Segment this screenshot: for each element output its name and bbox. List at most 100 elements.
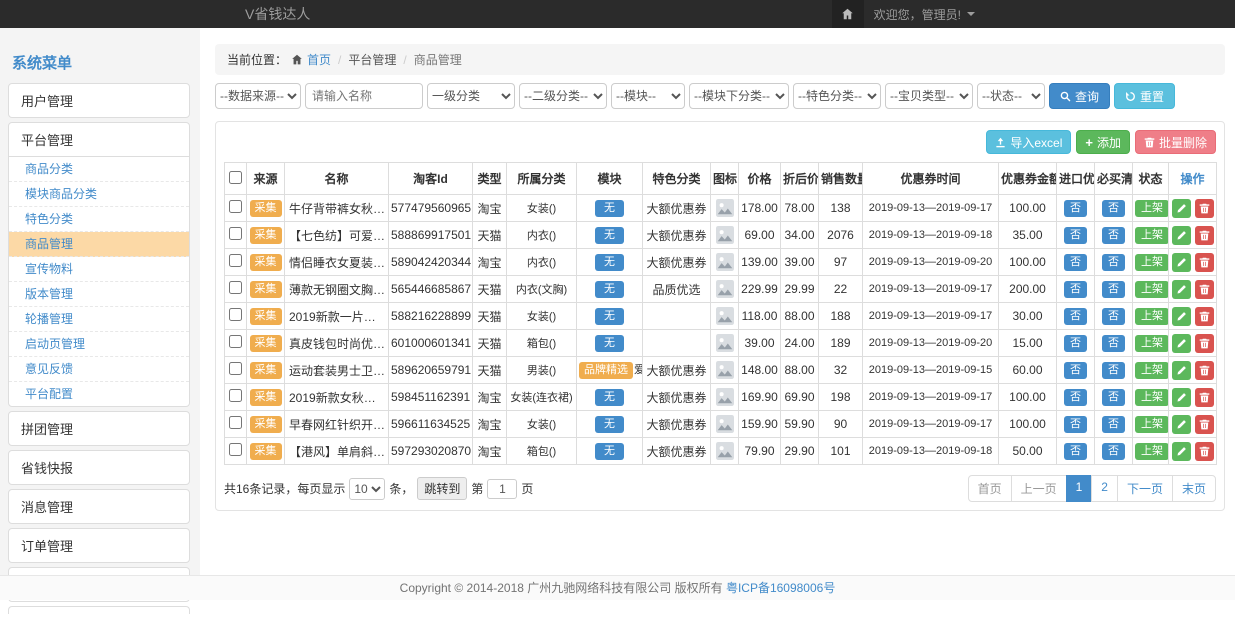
status-toggle[interactable]: 上架	[1135, 389, 1169, 406]
status-toggle[interactable]: 上架	[1135, 227, 1169, 244]
must-buy-toggle[interactable]: 否	[1102, 254, 1125, 271]
status-toggle[interactable]: 上架	[1135, 281, 1169, 298]
sidebar-item[interactable]: 消息管理	[9, 490, 189, 523]
row-checkbox[interactable]	[229, 227, 242, 240]
page-size-select[interactable]: 10	[349, 478, 385, 500]
status-toggle[interactable]: 上架	[1135, 443, 1169, 460]
import-select-toggle[interactable]: 否	[1064, 335, 1087, 352]
page-button[interactable]: 1	[1066, 475, 1093, 502]
jump-page-input[interactable]	[487, 479, 517, 499]
import-select-toggle[interactable]: 否	[1064, 443, 1087, 460]
delete-button[interactable]	[1195, 226, 1214, 245]
edit-button[interactable]	[1172, 253, 1191, 272]
sidebar-item[interactable]: 订单管理	[9, 529, 189, 562]
page-button[interactable]: 上一页	[1011, 475, 1067, 502]
import-excel-button[interactable]: 导入excel	[986, 130, 1071, 154]
jump-button[interactable]: 跳转到	[417, 477, 467, 500]
sidebar-item[interactable]: 用户管理	[9, 84, 189, 117]
import-select-toggle[interactable]: 否	[1064, 254, 1087, 271]
status-toggle[interactable]: 上架	[1135, 254, 1169, 271]
delete-button[interactable]	[1195, 415, 1214, 434]
delete-button[interactable]	[1195, 334, 1214, 353]
name-search-input[interactable]	[305, 83, 423, 109]
page-button[interactable]: 下一页	[1117, 475, 1173, 502]
home-button[interactable]	[832, 0, 864, 28]
status-toggle[interactable]: 上架	[1135, 308, 1169, 325]
row-checkbox[interactable]	[229, 335, 242, 348]
delete-button[interactable]	[1195, 253, 1214, 272]
edit-button[interactable]	[1172, 442, 1191, 461]
page-button[interactable]: 末页	[1172, 475, 1216, 502]
import-select-toggle[interactable]: 否	[1064, 416, 1087, 433]
must-buy-toggle[interactable]: 否	[1102, 281, 1125, 298]
add-button[interactable]: + 添加	[1076, 130, 1130, 154]
row-checkbox[interactable]	[229, 416, 242, 429]
edit-button[interactable]	[1172, 334, 1191, 353]
sidebar-item[interactable]: 省钱快报	[9, 451, 189, 484]
status-toggle[interactable]: 上架	[1135, 362, 1169, 379]
delete-button[interactable]	[1195, 361, 1214, 380]
delete-button[interactable]	[1195, 442, 1214, 461]
row-checkbox[interactable]	[229, 443, 242, 456]
import-select-toggle[interactable]: 否	[1064, 281, 1087, 298]
must-buy-toggle[interactable]: 否	[1102, 443, 1125, 460]
edit-button[interactable]	[1172, 280, 1191, 299]
sidebar-subitem[interactable]: 商品管理	[9, 232, 189, 257]
breadcrumb-home-link[interactable]: 首页	[307, 51, 331, 68]
reset-button[interactable]: 重置	[1114, 83, 1175, 109]
delete-button[interactable]	[1195, 388, 1214, 407]
import-select-toggle[interactable]: 否	[1064, 227, 1087, 244]
edit-button[interactable]	[1172, 415, 1191, 434]
edit-button[interactable]	[1172, 199, 1191, 218]
delete-button[interactable]	[1195, 307, 1214, 326]
filter-select-1[interactable]: 一级分类	[427, 83, 515, 109]
import-select-toggle[interactable]: 否	[1064, 200, 1087, 217]
filter-select-3[interactable]: --模块--	[611, 83, 685, 109]
sidebar-subitem[interactable]: 模块商品分类	[9, 182, 189, 207]
import-select-toggle[interactable]: 否	[1064, 362, 1087, 379]
sidebar-subitem[interactable]: 版本管理	[9, 282, 189, 307]
row-checkbox[interactable]	[229, 362, 242, 375]
sidebar-item[interactable]: 拼团管理	[9, 412, 189, 445]
sidebar-subitem[interactable]: 宣传物料	[9, 257, 189, 282]
page-button[interactable]: 2	[1091, 475, 1118, 502]
sidebar-subitem[interactable]: 商品分类	[9, 157, 189, 182]
sidebar-subitem[interactable]: 启动页管理	[9, 332, 189, 357]
row-checkbox[interactable]	[229, 308, 242, 321]
sidebar-subitem[interactable]: 特色分类	[9, 207, 189, 232]
search-button[interactable]: 查询	[1049, 83, 1110, 109]
edit-button[interactable]	[1172, 361, 1191, 380]
must-buy-toggle[interactable]: 否	[1102, 389, 1125, 406]
sidebar-subitem[interactable]: 平台配置	[9, 382, 189, 406]
page-button[interactable]: 首页	[968, 475, 1012, 502]
row-checkbox[interactable]	[229, 254, 242, 267]
icp-link[interactable]: 粤ICP备16098006号	[726, 581, 835, 595]
row-checkbox[interactable]	[229, 389, 242, 402]
sidebar-subitem[interactable]: 轮播管理	[9, 307, 189, 332]
import-select-toggle[interactable]: 否	[1064, 308, 1087, 325]
filter-select-4[interactable]: --模块下分类--	[689, 83, 789, 109]
sidebar-item[interactable]: 平台管理	[9, 123, 189, 156]
import-select-toggle[interactable]: 否	[1064, 389, 1087, 406]
filter-select-6[interactable]: --宝贝类型--	[885, 83, 973, 109]
status-toggle[interactable]: 上架	[1135, 416, 1169, 433]
must-buy-toggle[interactable]: 否	[1102, 227, 1125, 244]
edit-button[interactable]	[1172, 226, 1191, 245]
batch-delete-button[interactable]: 批量删除	[1135, 130, 1216, 154]
select-all-checkbox[interactable]	[229, 171, 242, 184]
status-toggle[interactable]: 上架	[1135, 200, 1169, 217]
filter-select-0[interactable]: --数据来源--	[215, 83, 301, 109]
user-menu[interactable]: 欢迎您，管理员!	[864, 6, 985, 23]
filter-select-7[interactable]: --状态--	[977, 83, 1045, 109]
status-toggle[interactable]: 上架	[1135, 335, 1169, 352]
must-buy-toggle[interactable]: 否	[1102, 308, 1125, 325]
delete-button[interactable]	[1195, 199, 1214, 218]
row-checkbox[interactable]	[229, 200, 242, 213]
filter-select-2[interactable]: --二级分类--	[519, 83, 607, 109]
must-buy-toggle[interactable]: 否	[1102, 335, 1125, 352]
must-buy-toggle[interactable]: 否	[1102, 362, 1125, 379]
must-buy-toggle[interactable]: 否	[1102, 416, 1125, 433]
must-buy-toggle[interactable]: 否	[1102, 200, 1125, 217]
sidebar-subitem[interactable]: 意见反馈	[9, 357, 189, 382]
row-checkbox[interactable]	[229, 281, 242, 294]
